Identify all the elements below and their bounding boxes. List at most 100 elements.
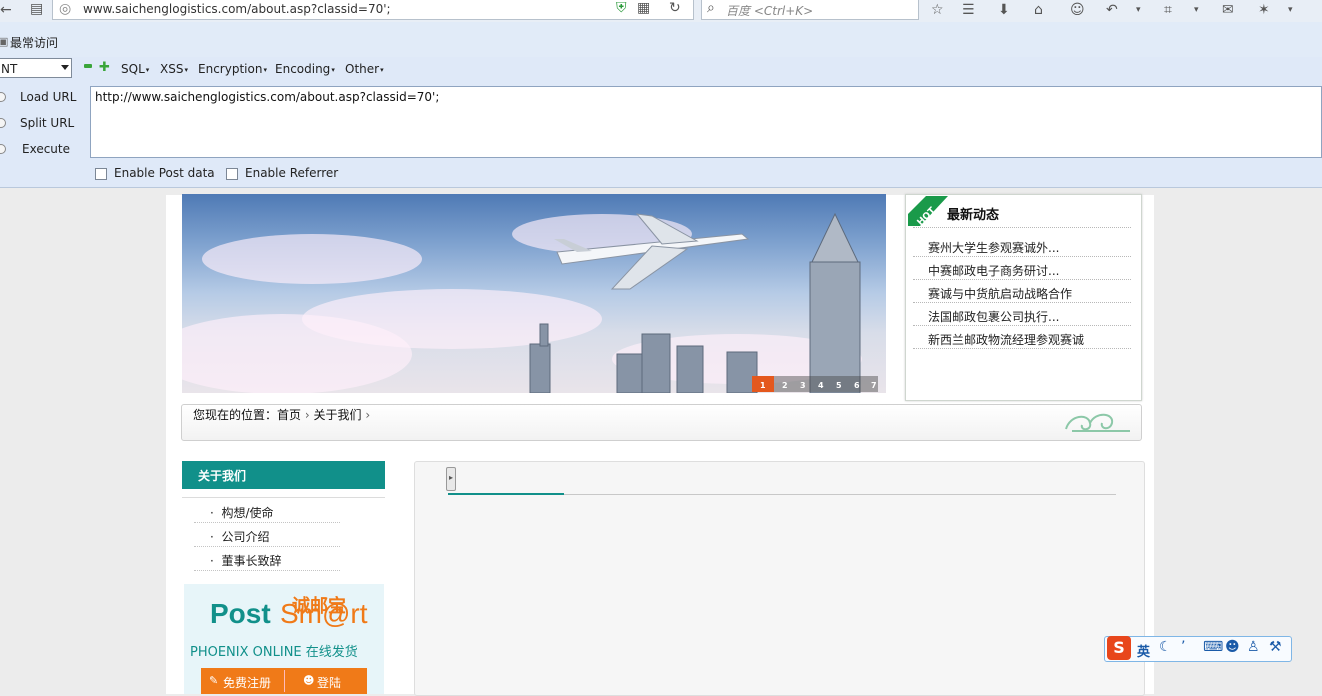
sidebar-item-vision[interactable]: · 构想/使命 bbox=[210, 504, 274, 521]
hackbar-url-value: http://www.saichenglogistics.com/about.a… bbox=[95, 90, 440, 104]
punctuation-icon[interactable]: ’ bbox=[1181, 639, 1185, 655]
sidebar-header: 关于我们 bbox=[182, 461, 385, 489]
news-divider bbox=[913, 302, 1131, 303]
bullet-icon: · bbox=[210, 506, 222, 520]
sidebar-item-chairman-speech[interactable]: · 董事长致辞 bbox=[210, 552, 281, 569]
news-divider bbox=[913, 227, 1131, 228]
ad-subtitle: PHOENIX ONLINE 在线发货 bbox=[190, 645, 358, 660]
qr-code-icon[interactable]: ▦ bbox=[637, 0, 650, 17]
sidebar-item-company-intro[interactable]: · 公司介绍 bbox=[210, 528, 269, 545]
ad-login-button[interactable]: 登陆 bbox=[317, 674, 341, 691]
content-tab-indicator bbox=[448, 493, 564, 495]
address-bar[interactable]: ◎ www.saichenglogistics.com/about.asp?cl… bbox=[52, 0, 694, 20]
news-divider bbox=[913, 279, 1131, 280]
enable-referrer-checkbox[interactable] bbox=[226, 168, 238, 180]
keyboard-icon[interactable]: ⌨ bbox=[1203, 639, 1223, 655]
sidebar-item-label: 公司介绍 bbox=[221, 530, 270, 544]
bookmarks-list-icon[interactable]: ☰ bbox=[962, 1, 975, 19]
emoji-icon[interactable]: ☺ bbox=[1070, 1, 1085, 19]
bug-icon[interactable]: ✶ bbox=[1258, 1, 1270, 19]
ime-language-toggle[interactable]: 英 bbox=[1137, 641, 1150, 660]
enable-post-checkbox[interactable] bbox=[95, 168, 107, 180]
news-divider bbox=[913, 325, 1131, 326]
news-item[interactable]: 中赛邮政电子商务研讨... bbox=[928, 262, 1059, 279]
hackbar-select[interactable]: NT bbox=[0, 58, 72, 78]
load-url-button[interactable]: Load URL bbox=[20, 90, 76, 104]
moon-icon[interactable]: ☾ bbox=[1159, 639, 1172, 655]
enable-post-label: Enable Post data bbox=[114, 166, 215, 180]
crop-icon[interactable]: ⌗ bbox=[1164, 1, 1172, 19]
undo-icon[interactable]: ↶ bbox=[1106, 1, 1118, 19]
wrench-icon[interactable]: ⚒ bbox=[1269, 639, 1282, 655]
search-bar[interactable]: ⌕ 百度 <Ctrl+K> bbox=[701, 0, 919, 20]
slide-4: 4 bbox=[818, 381, 824, 390]
bookmark-most-visited[interactable]: 最常访问 bbox=[10, 34, 58, 51]
breadcrumb-text: 您现在的位置：首页 › 关于我们 › bbox=[193, 406, 370, 423]
hackbar-select-value: NT bbox=[1, 62, 18, 76]
breadcrumb-home-link[interactable]: 首页 bbox=[277, 408, 301, 422]
sidebar-item-label: 构想/使命 bbox=[221, 506, 274, 520]
folder-icon: ▣ bbox=[0, 35, 9, 48]
execute-button[interactable]: Execute bbox=[22, 142, 70, 156]
reload-icon[interactable]: ↻ bbox=[669, 0, 681, 17]
split-url-button[interactable]: Split URL bbox=[20, 116, 74, 130]
menu-other[interactable]: Other▾ bbox=[345, 62, 384, 76]
download-icon[interactable]: ⬇ bbox=[998, 1, 1010, 19]
content-panel: ▸ bbox=[414, 461, 1145, 696]
bookmark-star-icon[interactable]: ☆ bbox=[931, 1, 944, 19]
menu-encryption[interactable]: Encryption▾ bbox=[198, 62, 267, 76]
user-icon[interactable]: ☻ bbox=[1225, 639, 1240, 655]
menu-xss[interactable]: XSS▾ bbox=[160, 62, 188, 76]
news-item[interactable]: 赛州大学生参观赛诚外... bbox=[928, 239, 1059, 256]
chevron-right-icon: › bbox=[304, 408, 310, 422]
ad-brand-smart: Sm@rt bbox=[280, 598, 368, 629]
breadcrumb-current[interactable]: 关于我们 bbox=[314, 408, 362, 422]
search-icon: ⌕ bbox=[707, 0, 715, 16]
bullet-icon: · bbox=[210, 554, 222, 568]
bookmarks-toolbar: ▣ 最常访问 bbox=[0, 22, 1322, 57]
news-item[interactable]: 赛诚与中货航启动战略合作 bbox=[928, 285, 1072, 302]
news-divider bbox=[913, 348, 1131, 349]
chevron-down-icon[interactable]: ▾ bbox=[1194, 1, 1199, 19]
slide-1: 1 bbox=[760, 381, 766, 390]
slide-7: 7 bbox=[871, 381, 877, 390]
hot-badge: HOT bbox=[908, 196, 948, 228]
bullet-icon: · bbox=[210, 530, 222, 544]
slide-2: 2 bbox=[782, 381, 788, 390]
slide-6: 6 bbox=[854, 381, 860, 390]
news-title: 最新动态 bbox=[947, 208, 1000, 223]
postsmart-ad[interactable]: 诚邮宝 Post Sm@rt PHOENIX ONLINE 在线发货 ✎ 免费注… bbox=[184, 584, 384, 694]
page-icon: ▤ bbox=[30, 1, 44, 17]
slide-5: 5 bbox=[836, 381, 842, 390]
back-icon[interactable]: ← bbox=[0, 1, 12, 19]
chat-icon[interactable]: ✉ bbox=[1222, 1, 1234, 19]
home-icon[interactable]: ⌂ bbox=[1034, 1, 1043, 19]
divider bbox=[194, 522, 340, 523]
cloud-swirl-icon bbox=[1065, 413, 1130, 432]
airplane-icon bbox=[554, 213, 750, 290]
register-icon: ✎ bbox=[209, 674, 219, 687]
minus-icon[interactable] bbox=[84, 64, 92, 68]
chevron-down-icon[interactable]: ▾ bbox=[1136, 1, 1141, 19]
news-divider bbox=[913, 256, 1131, 257]
sogou-logo-icon[interactable]: S bbox=[1107, 636, 1131, 660]
ad-register-button[interactable]: 免费注册 bbox=[223, 674, 271, 691]
news-item[interactable]: 法国邮政包裹公司执行... bbox=[928, 308, 1059, 325]
hackbar-url-textarea[interactable]: http://www.saichenglogistics.com/about.a… bbox=[90, 86, 1322, 158]
menu-encoding[interactable]: Encoding▾ bbox=[275, 62, 335, 76]
chevron-down-icon bbox=[61, 65, 69, 70]
url-text: www.saichenglogistics.com/about.asp?clas… bbox=[83, 2, 391, 16]
chevron-right-icon: › bbox=[365, 408, 371, 422]
divider bbox=[182, 497, 385, 498]
news-item[interactable]: 新西兰邮政物流经理参观赛诚 bbox=[928, 331, 1084, 348]
shirt-icon[interactable]: ♙ bbox=[1247, 639, 1260, 655]
ad-buttons: ✎ 免费注册 ☻ 登陆 bbox=[201, 668, 367, 694]
chevron-right-icon[interactable]: ▸ bbox=[446, 467, 456, 491]
chevron-down-icon[interactable]: ▾ bbox=[1288, 1, 1293, 19]
shield-icon[interactable]: ⛨ bbox=[616, 0, 627, 17]
menu-sql[interactable]: SQL▾ bbox=[121, 62, 149, 76]
plus-icon[interactable]: ✚ bbox=[99, 60, 110, 75]
slide-3: 3 bbox=[800, 381, 806, 390]
sidebar-title: 关于我们 bbox=[198, 469, 247, 483]
divider bbox=[194, 570, 340, 571]
